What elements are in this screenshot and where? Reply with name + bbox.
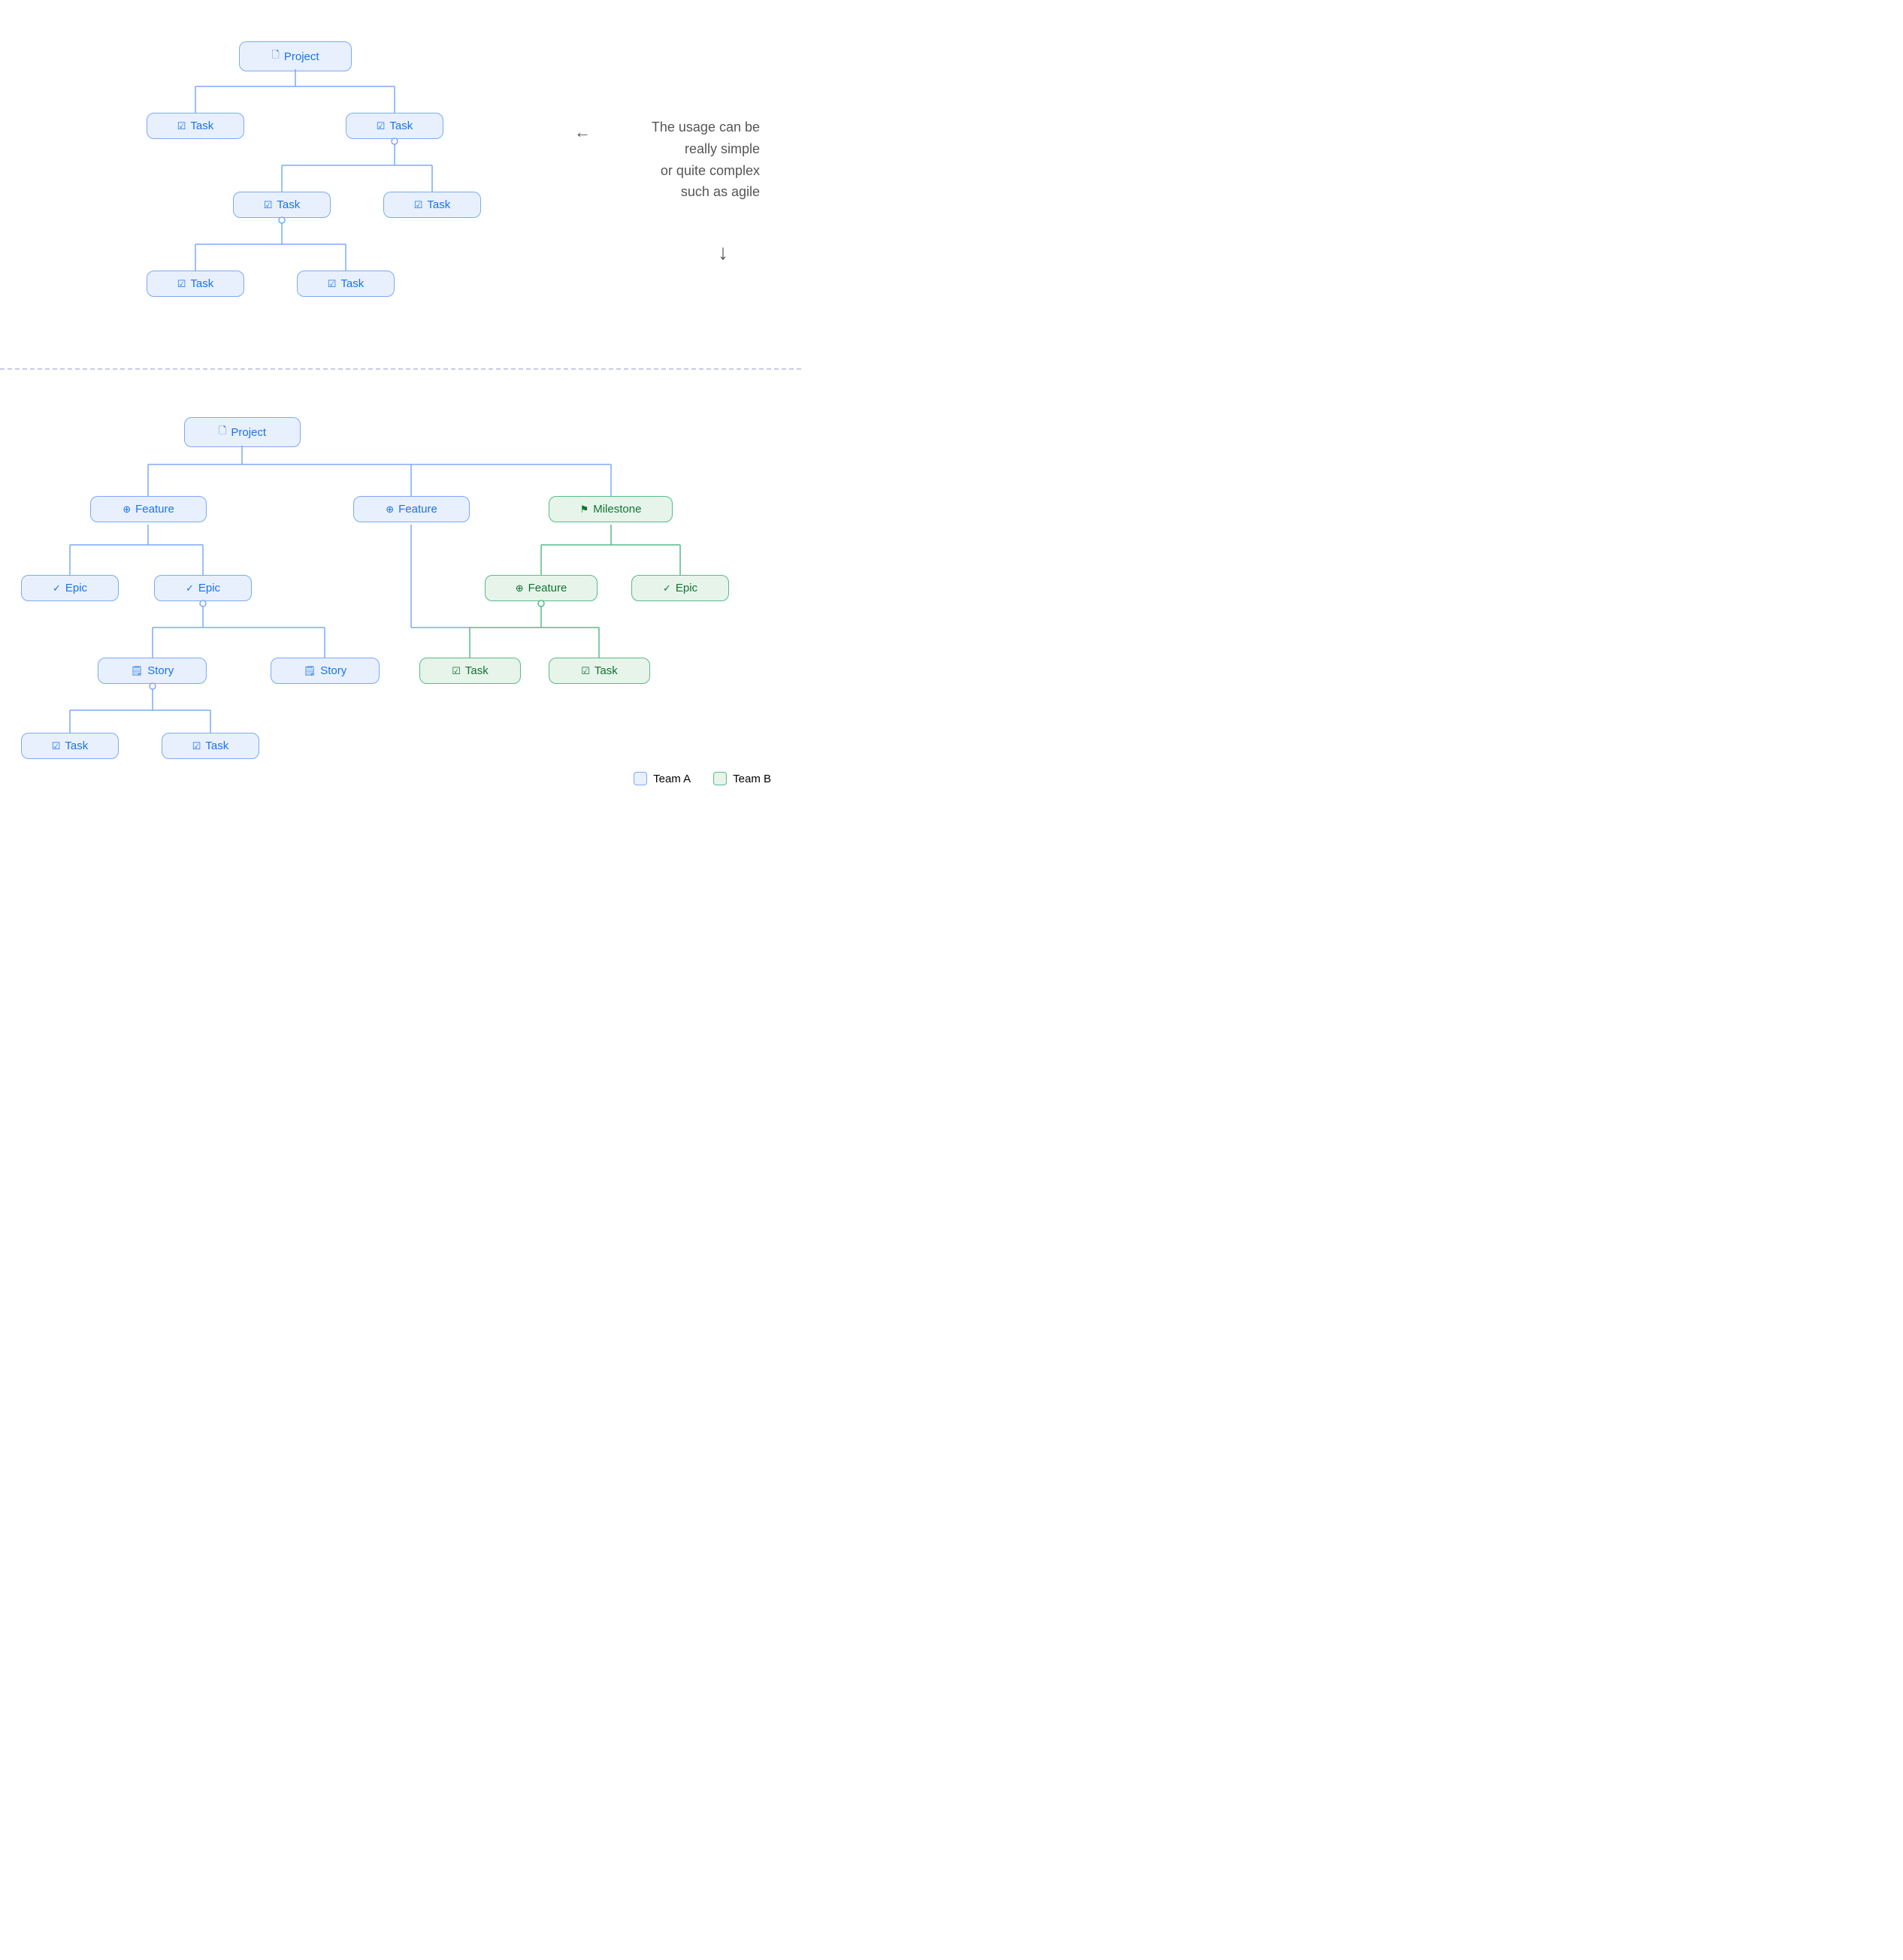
task-label-5: Task — [190, 277, 213, 290]
feature-b-label: Feature — [398, 503, 437, 516]
feature-c-node: ⊕ Feature — [485, 575, 598, 601]
task-node-5: ☑ Task — [147, 271, 244, 297]
task-f-node: ☑ Task — [162, 733, 259, 759]
story-a-node: 🗒 Story — [98, 658, 207, 684]
project-label-2: Project — [231, 426, 266, 439]
task-label-6: Task — [340, 277, 364, 290]
milestone-label: Milestone — [593, 503, 641, 516]
task-node-1: ☑ Task — [147, 113, 244, 139]
task-node-6: ☑ Task — [297, 271, 395, 297]
comment-line2: really simple — [652, 138, 760, 160]
project-node-1: 🗋 Project — [239, 41, 352, 71]
legend: Team A Team B — [634, 772, 771, 785]
legend-team-a: Team A — [634, 772, 691, 785]
project-node-2: 🗋 Project — [184, 417, 301, 447]
legend-team-a-label: Team A — [653, 773, 691, 785]
arrow-down-icon: ↓ — [718, 240, 728, 265]
task-label-1: Task — [190, 119, 213, 132]
story-a-label: Story — [147, 664, 174, 677]
legend-box-green — [713, 772, 727, 785]
legend-box-blue — [634, 772, 647, 785]
epic-c-label: Epic — [676, 582, 697, 594]
task-c-node: ☑ Task — [419, 658, 521, 684]
comment-line3: or quite complex — [652, 160, 760, 182]
comment-text: The usage can be really simple or quite … — [652, 116, 760, 203]
story-b-node: 🗒 Story — [271, 658, 380, 684]
epic-a-node: ✓ Epic — [21, 575, 119, 601]
task-label-2: Task — [389, 119, 413, 132]
epic-b-label: Epic — [198, 582, 220, 594]
task-d-label: Task — [594, 664, 618, 677]
project-icon-1: 🗋 — [271, 48, 279, 65]
task-node-3: ☑ Task — [233, 192, 331, 218]
epic-b-node: ✓ Epic — [154, 575, 252, 601]
task-e-label: Task — [65, 740, 88, 752]
task-node-2: ☑ Task — [346, 113, 443, 139]
feature-c-label: Feature — [528, 582, 567, 594]
section-divider — [0, 368, 801, 370]
task-label-4: Task — [427, 198, 450, 211]
feature-a-label: Feature — [135, 503, 174, 516]
milestone-node: ⚑ Milestone — [549, 496, 673, 522]
arrow-left-icon: ← — [574, 122, 591, 142]
task-label-3: Task — [277, 198, 300, 211]
legend-team-b-label: Team B — [733, 773, 771, 785]
comment-line4: such as agile — [652, 181, 760, 203]
task-node-4: ☑ Task — [383, 192, 481, 218]
project-label-1: Project — [284, 50, 319, 63]
story-b-label: Story — [320, 664, 346, 677]
task-c-label: Task — [465, 664, 489, 677]
epic-c-node: ✓ Epic — [631, 575, 729, 601]
feature-a-node: ⊕ Feature — [90, 496, 207, 522]
task-f-label: Task — [205, 740, 228, 752]
feature-b-node: ⊕ Feature — [353, 496, 470, 522]
task-d-node: ☑ Task — [549, 658, 650, 684]
comment-line1: The usage can be — [652, 116, 760, 138]
epic-a-label: Epic — [65, 582, 87, 594]
legend-team-b: Team B — [713, 772, 771, 785]
task-e-node: ☑ Task — [21, 733, 119, 759]
